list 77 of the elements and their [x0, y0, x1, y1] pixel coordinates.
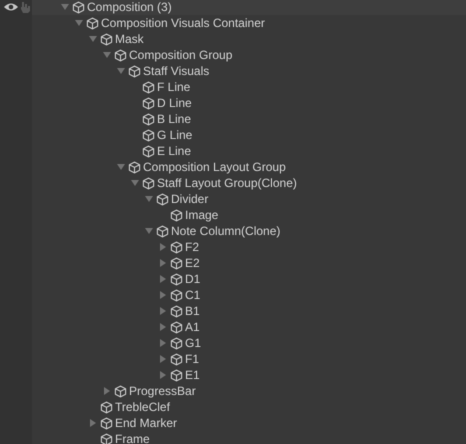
collapsed-arrow-icon[interactable]	[159, 371, 167, 379]
tree-item-label[interactable]: Composition Group	[129, 46, 232, 64]
expanded-arrow-icon[interactable]	[103, 51, 111, 59]
cube-icon	[72, 0, 85, 14]
cube-icon	[114, 384, 127, 398]
cube-icon	[170, 208, 183, 222]
cube-icon	[170, 304, 183, 318]
tree-item-label[interactable]: D1	[185, 270, 200, 288]
cube-icon	[170, 240, 183, 254]
collapsed-arrow-icon[interactable]	[159, 275, 167, 283]
collapsed-arrow-icon[interactable]	[89, 419, 97, 427]
tree-item-label[interactable]: ProgressBar	[129, 382, 196, 400]
cube-icon	[156, 192, 169, 206]
cube-icon	[100, 432, 113, 444]
cube-icon	[142, 176, 155, 190]
tree-item-label[interactable]: Composition Layout Group	[143, 158, 286, 176]
expanded-arrow-icon[interactable]	[117, 163, 125, 171]
collapsed-arrow-icon[interactable]	[159, 355, 167, 363]
collapsed-arrow-icon[interactable]	[159, 291, 167, 299]
tree-item-label[interactable]: Composition Visuals Container	[101, 14, 265, 32]
cube-icon	[170, 352, 183, 366]
tree-item-label[interactable]: B1	[185, 302, 200, 320]
expanded-arrow-icon[interactable]	[145, 195, 153, 203]
expanded-arrow-icon[interactable]	[61, 3, 69, 11]
expanded-arrow-icon[interactable]	[131, 179, 139, 187]
cube-icon	[114, 48, 127, 62]
tree-item-label[interactable]: F1	[185, 350, 200, 368]
expanded-arrow-icon[interactable]	[145, 227, 153, 235]
tree-item-label[interactable]: E Line	[157, 142, 192, 160]
tree-item-label[interactable]: Staff Layout Group(Clone)	[157, 174, 297, 192]
tree-item-label[interactable]: C1	[185, 286, 200, 304]
tree-item-label[interactable]: E1	[185, 366, 200, 384]
expanded-arrow-icon[interactable]	[75, 19, 83, 27]
collapsed-arrow-icon[interactable]	[103, 387, 111, 395]
visibility-eye-icon[interactable]	[3, 2, 19, 12]
tree-item-label[interactable]: E2	[185, 254, 200, 272]
cube-icon	[156, 224, 169, 238]
collapsed-arrow-icon[interactable]	[159, 259, 167, 267]
cube-icon	[170, 320, 183, 334]
cube-icon	[100, 400, 113, 414]
collapsed-arrow-icon[interactable]	[159, 339, 167, 347]
tree-item-label[interactable]: End Marker	[115, 414, 178, 432]
expanded-arrow-icon[interactable]	[117, 67, 125, 75]
cube-icon	[142, 80, 155, 94]
tree-item-label[interactable]: G Line	[157, 126, 192, 144]
collapsed-arrow-icon[interactable]	[159, 323, 167, 331]
tree-item-label[interactable]: B Line	[157, 110, 192, 128]
collapsed-arrow-icon[interactable]	[159, 307, 167, 315]
tree-item-label[interactable]: Mask	[115, 30, 144, 48]
collapsed-arrow-icon[interactable]	[159, 243, 167, 251]
cube-icon	[170, 288, 183, 302]
expanded-arrow-icon[interactable]	[89, 35, 97, 43]
cube-icon	[128, 64, 141, 78]
tree-item-label[interactable]: Image	[185, 206, 218, 224]
cube-icon	[128, 160, 141, 174]
cube-icon	[170, 256, 183, 270]
tree-item-label[interactable]: Staff Visuals	[143, 62, 210, 80]
tree-item-label[interactable]: TrebleClef	[115, 398, 170, 416]
cube-icon	[100, 32, 113, 46]
tree-item-label[interactable]: Divider	[171, 190, 208, 208]
tree-item-label[interactable]: Note Column(Clone)	[171, 222, 280, 240]
cube-icon	[100, 416, 113, 430]
tree-item-label[interactable]: F2	[185, 238, 200, 256]
cube-icon	[142, 128, 155, 142]
tree-item-label[interactable]: Frame	[115, 430, 150, 444]
cube-icon	[142, 144, 155, 158]
tree-item-label[interactable]: D Line	[157, 94, 192, 112]
cube-icon	[170, 272, 183, 286]
pick-hand-icon[interactable]	[20, 1, 30, 13]
cube-icon	[86, 16, 99, 30]
tree-item-label[interactable]: G1	[185, 334, 202, 352]
cube-icon	[170, 368, 183, 382]
cube-icon	[142, 112, 155, 126]
cube-icon	[142, 96, 155, 110]
tree-item-label[interactable]: F Line	[157, 78, 190, 96]
cube-icon	[170, 336, 183, 350]
tree-item-label[interactable]: A1	[185, 318, 200, 336]
